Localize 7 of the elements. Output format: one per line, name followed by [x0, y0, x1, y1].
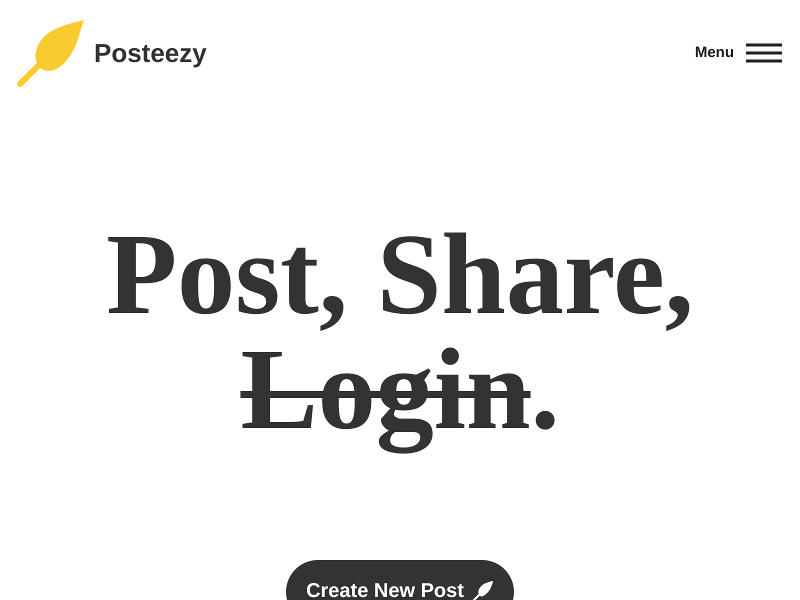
create-post-button[interactable]: Create New Post — [286, 560, 514, 600]
feather-icon — [472, 580, 494, 600]
brand-name[interactable]: Posteezy — [94, 34, 207, 72]
menu-button[interactable]: Menu — [694, 42, 782, 64]
menu-icon — [746, 43, 782, 63]
feather-logo-icon — [16, 18, 86, 88]
headline: Post, Share, Login. — [105, 210, 695, 456]
